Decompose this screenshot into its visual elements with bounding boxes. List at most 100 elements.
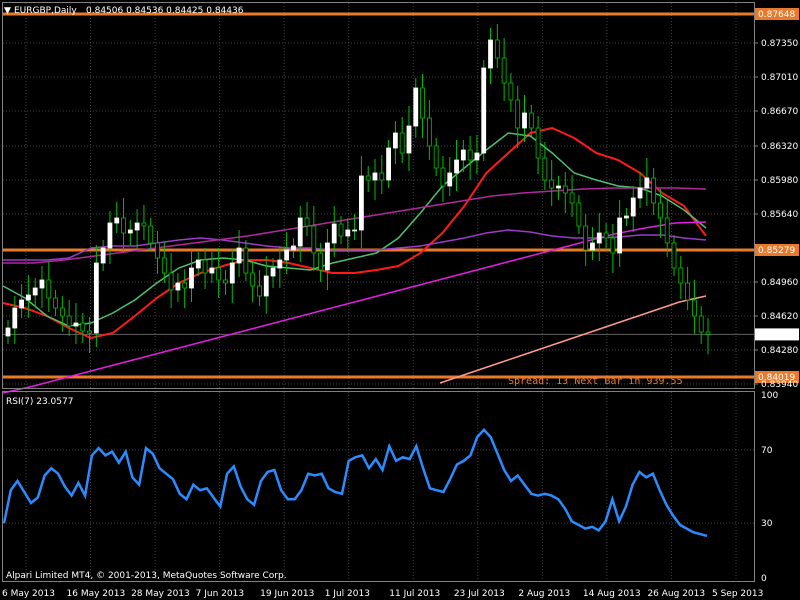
candle-bull [386,147,391,181]
candle-bull [189,267,194,289]
candle-bear [658,202,663,219]
candle-bear [365,175,371,181]
current-price-label: 0.84436 [758,330,795,340]
candle-bull [481,67,487,154]
y-axis-label: 0.84620 [761,312,798,322]
candle-bear [515,99,521,129]
candle-bull [447,172,453,187]
candle-bull [460,149,466,161]
candle-bear [250,272,256,287]
candle-bull [325,242,330,271]
candle-bull [644,177,650,189]
candle-bull [236,247,242,264]
candle-bull [195,259,201,269]
candle-bear [440,167,446,187]
candle-bull [39,279,45,289]
candle-bear [576,202,582,227]
candle-bear [426,117,432,147]
candle-bear [671,242,677,269]
candle-bear [678,267,684,284]
rsi-label: RSI(7) 23.0577 [6,397,73,407]
candle-bull [291,245,296,251]
candle-bear [59,307,65,317]
ohlc-label: 0.84506 0.84536 0.84425 0.84436 [86,6,244,16]
copyright-label: Alpari Limited MT4, © 2001-2013, MetaQuo… [6,571,287,581]
candle-bear [651,177,657,204]
x-axis-label: 2 Aug 2013 [518,589,570,599]
candle-bull [413,87,419,127]
candle-bear [318,252,324,271]
candle-bear [121,217,126,234]
candle-bull [25,294,31,301]
candle-bear [664,217,670,244]
y-axis-label: 0.85980 [761,176,798,186]
x-axis-label: 23 Jul 2013 [454,589,505,599]
candle-bull [209,267,215,274]
rsi-axis-label: 100 [761,391,778,401]
candle-bear [528,112,534,129]
candle-bear [257,285,262,297]
candle-bear [603,232,609,239]
candle-bear [433,145,439,169]
candle-bull [277,259,283,269]
candle-bear [168,272,174,291]
candle-bear [46,279,52,299]
x-axis-label: 7 Jun 2013 [196,589,244,599]
candle-bull [73,322,79,327]
candle-bull [127,229,133,234]
candle-bear [155,242,160,259]
candle-bear [148,225,154,244]
candle-bull [107,222,113,249]
candle-bull [406,125,412,154]
y-axis-label: 0.87350 [761,39,798,49]
candle-bull [19,299,24,309]
x-axis-label: 19 Jun 2013 [260,589,314,599]
candle-bear [304,217,310,227]
candle-bear [80,322,86,332]
chart: 0.876480.852790.840190.84436 6 May 2013 1… [0,0,800,600]
candle-bull [474,152,480,161]
y-axis-label: 0.87010 [761,73,798,83]
rsi-axis-label: 70 [761,446,773,456]
y-axis-label: 0.85640 [761,210,798,220]
y-axis-label: 0.86670 [761,107,798,117]
candle-bear [535,127,541,159]
x-axis-label: 1 Jul 2013 [325,589,370,599]
x-axis-label: 5 Sep 2013 [712,589,763,599]
candle-bull [114,217,120,224]
candle-bear [53,297,58,309]
candle-bull [345,229,351,237]
candle-bear [467,149,473,161]
candle-bull [352,229,358,232]
level-price-label: 0.87648 [758,10,795,20]
candle-bull [630,197,636,217]
candle-bull [263,275,269,297]
candle-bear [66,315,72,327]
candle-bull [229,262,235,284]
candle-bear [698,315,704,333]
candle-bear [141,222,147,227]
candle-bear [338,223,344,237]
candle-bear [223,279,228,284]
x-axis-label: 14 Aug 2013 [583,589,641,599]
candle-bull [134,222,140,231]
candle-bear [685,282,691,301]
candle-bull [590,242,595,251]
candle-bull [637,187,643,199]
candle-bull [32,287,38,296]
candle-bull [5,327,11,337]
candle-bear [182,282,188,289]
x-axis-label: 28 May 2013 [131,589,190,599]
x-axis-label: 16 May 2013 [67,589,126,599]
level-price-label: 0.85279 [758,246,795,256]
header-arrow[interactable]: ▼ [4,6,11,16]
candle-bull [624,215,629,219]
candle-bear [202,259,208,274]
candle-bear [508,82,514,101]
candle-bull [596,232,602,244]
candle-bear [161,257,167,274]
candle-bear [494,39,500,59]
main-pane-bg [0,0,800,600]
x-axis-label: 11 Jul 2013 [389,589,440,599]
y-axis-label: 0.84960 [761,278,798,288]
